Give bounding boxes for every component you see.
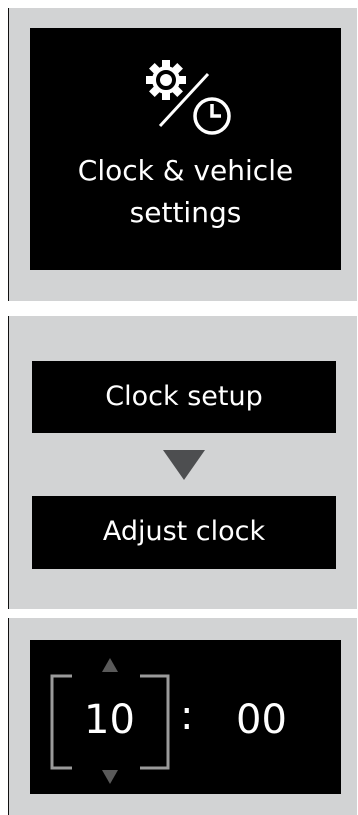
gear-clock-icon xyxy=(146,60,231,135)
screen-title-line2: settings xyxy=(129,196,242,229)
clock-setup-label: Clock setup xyxy=(105,381,263,412)
time-separator: : xyxy=(180,693,194,739)
down-triangle-icon xyxy=(163,450,205,480)
adjust-clock-label: Adjust clock xyxy=(102,516,266,547)
hour-up-arrow-icon[interactable] xyxy=(102,658,118,672)
adjust-clock-menu-item[interactable]: Adjust clock xyxy=(32,496,336,569)
step2-panel: Clock setup Adjust clock xyxy=(8,316,357,609)
hour-down-arrow-icon[interactable] xyxy=(102,770,118,784)
step3-panel: 10 : 00 xyxy=(8,618,357,815)
clock-setup-menu-item[interactable]: Clock setup xyxy=(32,361,336,433)
minutes-value[interactable]: 00 xyxy=(236,698,287,742)
clock-adjust-screen: 10 : 00 xyxy=(30,640,341,794)
hours-value[interactable]: 10 xyxy=(84,698,135,742)
clock-vehicle-settings-screen[interactable]: Clock & vehicle settings xyxy=(30,28,341,270)
step1-panel: Clock & vehicle settings xyxy=(8,8,357,301)
screen-title-line1: Clock & vehicle xyxy=(77,154,294,187)
